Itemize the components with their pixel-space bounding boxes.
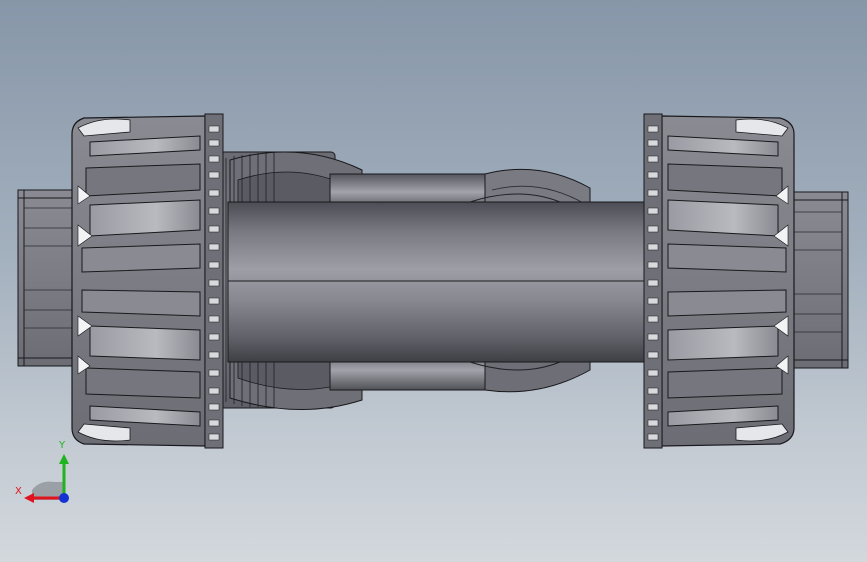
z-axis-dot (59, 493, 69, 503)
left-union-nut (71, 113, 224, 449)
model-canvas[interactable] (0, 0, 867, 562)
right-union-nut (643, 113, 795, 449)
main-pipe (227, 193, 647, 371)
orientation-triad[interactable]: Y X (10, 438, 80, 508)
x-axis-label: X (15, 486, 22, 497)
y-axis-label: Y (59, 440, 66, 451)
3d-viewport[interactable] (0, 0, 867, 562)
right-tail-piece (791, 191, 849, 369)
left-tail-piece (17, 189, 73, 367)
